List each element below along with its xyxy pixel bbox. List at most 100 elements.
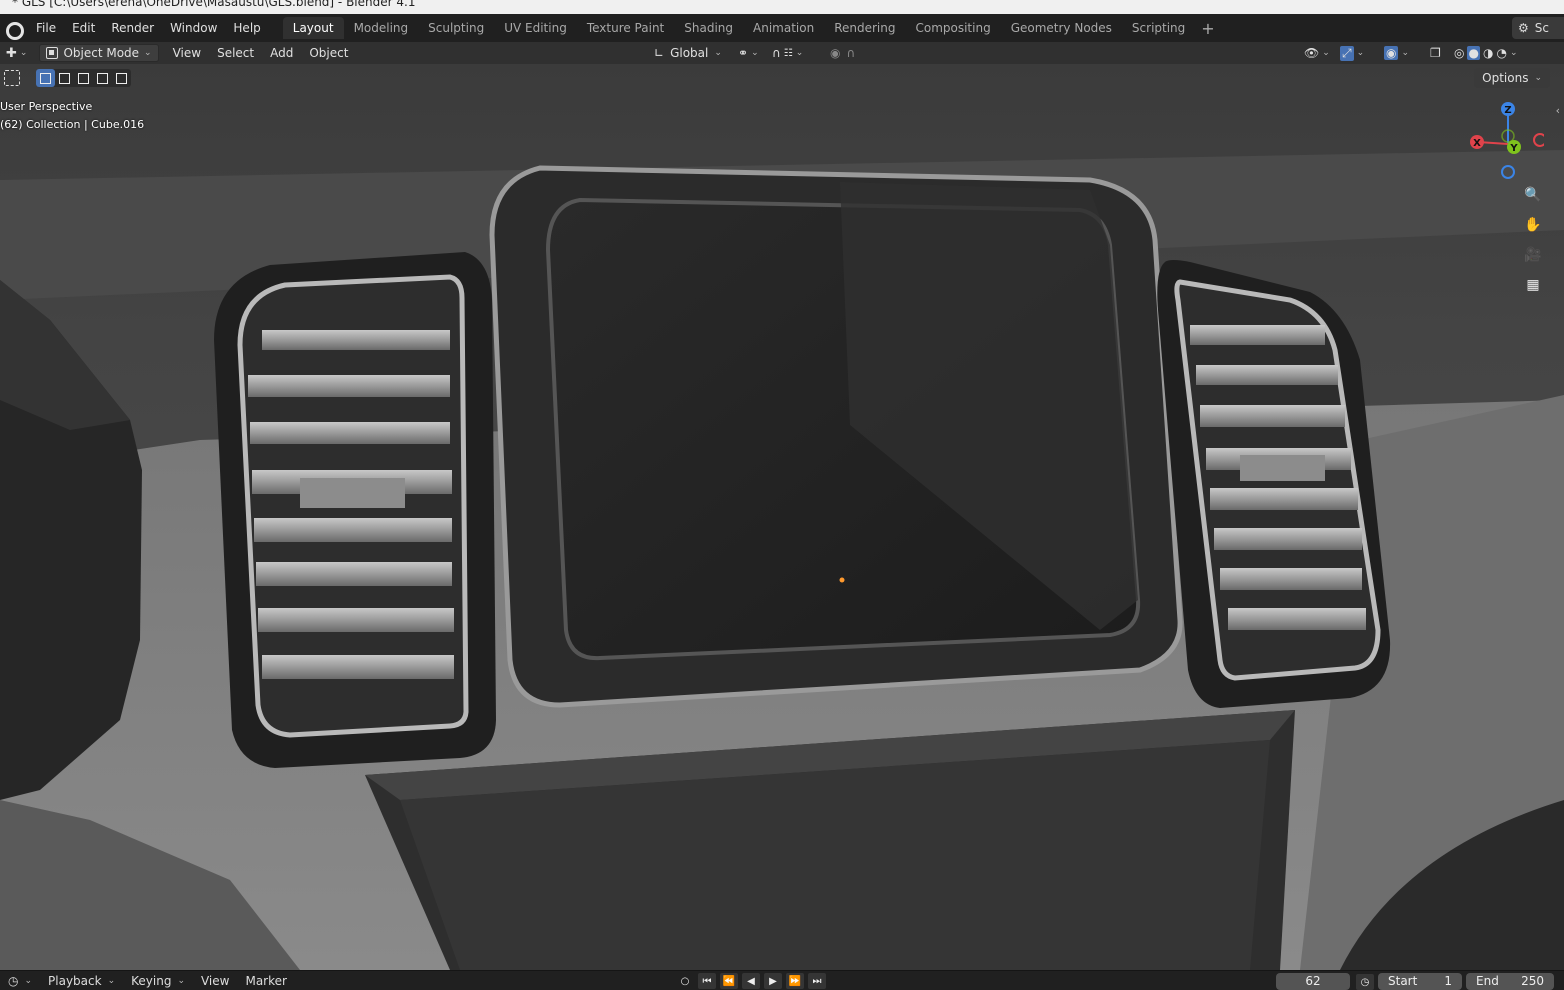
chevron-down-icon: ⌄ xyxy=(1534,73,1542,83)
scene-label: Sc xyxy=(1534,21,1549,35)
3d-viewport[interactable]: User Perspective (62) Collection | Cube.… xyxy=(0,64,1564,970)
select-intersect-button[interactable] xyxy=(112,69,131,87)
menu-object[interactable]: Object xyxy=(303,44,354,62)
jump-end-icon[interactable]: ⏭ xyxy=(808,973,826,989)
gizmo-x-label: X xyxy=(1473,138,1481,149)
jump-keyframe-forward-icon[interactable]: ⏩ xyxy=(786,973,804,989)
menu-window[interactable]: Window xyxy=(162,17,225,39)
chevron-down-icon: ⌄ xyxy=(1401,48,1410,58)
orientation-dropdown[interactable]: ∟ Global ⌄ xyxy=(648,44,728,62)
tab-layout[interactable]: Layout xyxy=(282,17,344,39)
sidebar-toggle-icon[interactable]: ‹ xyxy=(1556,104,1560,117)
chevron-down-icon: ⌄ xyxy=(751,48,759,58)
start-label: Start xyxy=(1388,974,1418,988)
proportional-edit-icon: ◉ xyxy=(830,46,841,60)
window-titlebar: * GLS [C:\Users\erena\OneDrive\Masaüstü\… xyxy=(0,0,1564,14)
end-value: 250 xyxy=(1521,974,1544,988)
menu-add[interactable]: Add xyxy=(264,44,299,62)
jump-start-icon[interactable]: ⏮ xyxy=(698,973,716,989)
auto-keying-icon[interactable]: ○ xyxy=(676,973,694,989)
pivot-icon: ⚭ xyxy=(738,46,749,60)
pan-hand-icon[interactable]: ✋ xyxy=(1520,212,1546,238)
play-icon[interactable]: ▶ xyxy=(764,973,782,989)
select-box-tool-icon[interactable] xyxy=(4,70,20,86)
mode-dropdown[interactable]: Object Mode ⌄ xyxy=(39,44,159,62)
menu-help[interactable]: Help xyxy=(225,17,268,39)
magnet-icon: ∩ xyxy=(772,46,781,60)
tab-compositing[interactable]: Compositing xyxy=(905,17,1000,39)
chevron-down-icon: ⌄ xyxy=(177,975,185,986)
xray-toggle[interactable]: ❐ xyxy=(1424,44,1447,62)
tab-uv-editing[interactable]: UV Editing xyxy=(494,17,577,39)
blender-logo-icon[interactable] xyxy=(4,20,24,40)
snap-toggle[interactable]: ∩ ☷ ⌄ xyxy=(766,44,809,62)
chevron-down-icon: ⌄ xyxy=(107,975,116,986)
options-dropdown[interactable]: Options ⌄ xyxy=(1474,68,1550,88)
gizmo-icon: ⤢ xyxy=(1340,45,1354,61)
current-frame-field[interactable]: 62 xyxy=(1276,973,1350,990)
clock-icon: ◷ xyxy=(8,973,19,988)
options-label: Options xyxy=(1482,71,1529,85)
playback-controls: ○ ⏮ ⏪ ◀ ▶ ⏩ ⏭ xyxy=(676,973,826,989)
select-new-icon xyxy=(40,72,51,84)
play-reverse-icon[interactable]: ◀ xyxy=(742,973,760,989)
select-new-button[interactable] xyxy=(36,69,55,87)
scene-button[interactable]: ⚙ Sc xyxy=(1512,17,1564,39)
shading-modes: ◎ ● ◑ ◔ ⌄ xyxy=(1448,44,1523,62)
pivot-point-dropdown[interactable]: ⚭ ⌄ xyxy=(732,44,765,62)
editor-type-button[interactable]: ✚ ⌄ xyxy=(0,44,33,62)
tab-scripting[interactable]: Scripting xyxy=(1122,17,1195,39)
orientation-label: Global xyxy=(670,46,709,60)
tab-modeling[interactable]: Modeling xyxy=(344,17,419,39)
select-invert-button[interactable] xyxy=(93,69,112,87)
object-mode-icon xyxy=(46,47,59,59)
proportional-edit-toggle[interactable]: ◉ ∩ xyxy=(824,44,861,62)
rendered-shading-icon[interactable]: ◔ xyxy=(1496,46,1506,60)
tab-rendering[interactable]: Rendering xyxy=(824,17,905,39)
chevron-down-icon: ⌄ xyxy=(144,48,152,58)
navigation-gizmo[interactable]: Z X Y xyxy=(1464,100,1544,180)
jump-keyframe-back-icon[interactable]: ⏪ xyxy=(720,973,738,989)
visibility-dropdown[interactable]: 👁 ⌄ xyxy=(1298,44,1336,62)
preview-range-icon[interactable]: ◷ xyxy=(1356,974,1374,990)
timeline-menu-playback[interactable]: Playback ⌄ xyxy=(40,974,123,988)
menu-render[interactable]: Render xyxy=(103,17,162,39)
overlay-toggle[interactable]: ◉ ⌄ xyxy=(1378,44,1415,62)
end-frame-field[interactable]: End 250 xyxy=(1466,973,1554,990)
solid-shading-icon[interactable]: ● xyxy=(1467,46,1480,60)
collection-label: (62) Collection | Cube.016 xyxy=(0,118,145,131)
start-value: 1 xyxy=(1444,974,1452,988)
tab-texture-paint[interactable]: Texture Paint xyxy=(577,17,674,39)
menu-file[interactable]: File xyxy=(28,17,64,39)
selection-mode-buttons xyxy=(36,69,131,87)
timeline-editor-type[interactable]: ◷ ⌄ xyxy=(0,974,40,988)
viewport-tool-row xyxy=(4,69,131,87)
menu-edit[interactable]: Edit xyxy=(64,17,103,39)
timeline-menu-keying[interactable]: Keying ⌄ xyxy=(123,974,193,988)
camera-view-icon[interactable]: 🎥 xyxy=(1520,242,1546,268)
timeline-menu-view[interactable]: View xyxy=(193,974,237,988)
editor-type-icon: ✚ xyxy=(6,45,17,61)
wireframe-shading-icon[interactable]: ◎ xyxy=(1454,46,1464,60)
select-extend-button[interactable] xyxy=(55,69,74,87)
scene-selector: ⚙ Sc xyxy=(1512,16,1564,40)
tab-sculpting[interactable]: Sculpting xyxy=(418,17,494,39)
gizmo-z-negative xyxy=(1501,165,1515,179)
tab-geometry-nodes[interactable]: Geometry Nodes xyxy=(1001,17,1122,39)
xray-icon: ❐ xyxy=(1430,46,1441,60)
material-shading-icon[interactable]: ◑ xyxy=(1483,46,1493,60)
select-extend-icon xyxy=(59,72,70,84)
zoom-icon[interactable]: 🔍 xyxy=(1520,182,1546,208)
perspective-label: User Perspective xyxy=(0,100,93,113)
tab-shading[interactable]: Shading xyxy=(674,17,743,39)
gizmo-toggle[interactable]: ⤢ ⌄ xyxy=(1334,44,1370,62)
select-intersect-icon xyxy=(116,72,127,84)
start-frame-field[interactable]: Start 1 xyxy=(1378,973,1462,990)
perspective-toggle-icon[interactable]: ▦ xyxy=(1520,272,1546,298)
tab-animation[interactable]: Animation xyxy=(743,17,824,39)
add-workspace-button[interactable]: + xyxy=(1195,19,1220,38)
select-subtract-button[interactable] xyxy=(74,69,93,87)
timeline-menu-marker[interactable]: Marker xyxy=(237,974,294,988)
menu-select[interactable]: Select xyxy=(211,44,260,62)
menu-view[interactable]: View xyxy=(167,44,207,62)
